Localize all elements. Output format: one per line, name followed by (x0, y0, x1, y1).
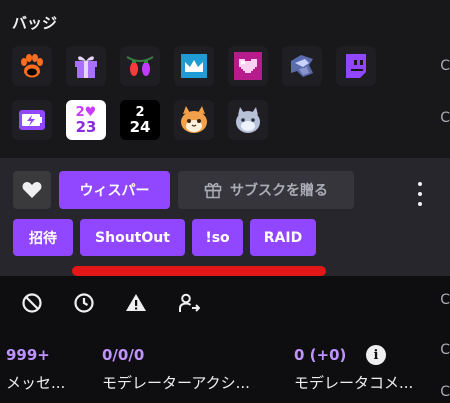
clipped-letter: C (440, 292, 450, 308)
clipped-letter: C (440, 110, 450, 126)
battery-badge[interactable] (12, 100, 52, 140)
mod-comments-label: モデレータコメ... (294, 374, 414, 392)
gift-badge[interactable] (66, 46, 106, 86)
messages-label: メッセ... (6, 374, 66, 392)
cat-icon (181, 106, 207, 133)
heart-icon (22, 182, 42, 198)
paw-badge[interactable] (12, 46, 52, 86)
gift-icon (75, 56, 97, 78)
clipped-letter: C (440, 58, 450, 74)
lights-badge[interactable] (120, 46, 160, 86)
timeout-icon[interactable] (73, 292, 95, 314)
clipped-letter: C (440, 384, 450, 400)
ghost-cat-badge[interactable] (228, 100, 268, 140)
year-2023-badge[interactable]: 2♥ 23 (66, 100, 106, 140)
purple-face-icon (346, 54, 366, 78)
gift-sub-button[interactable]: サブスクを贈る (178, 171, 354, 209)
year-2023-bottom: 23 (75, 118, 97, 136)
warning-icon[interactable] (125, 292, 147, 314)
purple-face-badge[interactable] (336, 46, 376, 86)
gift-outline-icon (204, 182, 222, 199)
pixel-heart-badge[interactable] (228, 46, 268, 86)
ghost-cat-icon (236, 107, 260, 133)
mod-comments-count: 0 (+0) (294, 346, 347, 364)
follow-heart-button[interactable] (13, 171, 51, 209)
badges-title: バッジ (12, 14, 58, 32)
raid-button[interactable]: RAID (250, 219, 316, 256)
clipped-letter: C (440, 342, 450, 358)
mod-actions-label: モデレーターアクシ... (102, 374, 250, 392)
mod-actions-count: 0/0/0 (102, 346, 145, 364)
messages-count: 999+ (6, 346, 50, 364)
add-mod-icon[interactable] (178, 292, 200, 314)
badges-section: バッジ 2♥ 23 2 24 (0, 0, 450, 158)
battery-icon (19, 110, 45, 130)
year-2024-bottom: 24 (129, 118, 151, 136)
whisper-button[interactable]: ウィスパー (59, 171, 170, 209)
lights-icon (126, 56, 154, 76)
ban-icon[interactable] (21, 292, 43, 314)
shoutout-button[interactable]: ShoutOut (80, 219, 185, 256)
dragon-badge[interactable] (282, 46, 322, 86)
pixel-heart-icon (234, 52, 262, 80)
more-options-icon[interactable] (412, 182, 428, 206)
so-command-button[interactable]: !so (192, 219, 243, 256)
annotation-underline (72, 266, 326, 276)
invite-button[interactable]: 招待 (13, 219, 73, 256)
info-icon[interactable]: i (366, 345, 386, 365)
cat-badge[interactable] (174, 100, 214, 140)
gift-sub-label: サブスクを贈る (230, 183, 328, 199)
paw-icon (21, 54, 43, 78)
crown-icon (181, 54, 207, 78)
dragon-icon (291, 55, 313, 77)
crown-badge[interactable] (174, 46, 214, 86)
year-2024-badge[interactable]: 2 24 (120, 100, 160, 140)
